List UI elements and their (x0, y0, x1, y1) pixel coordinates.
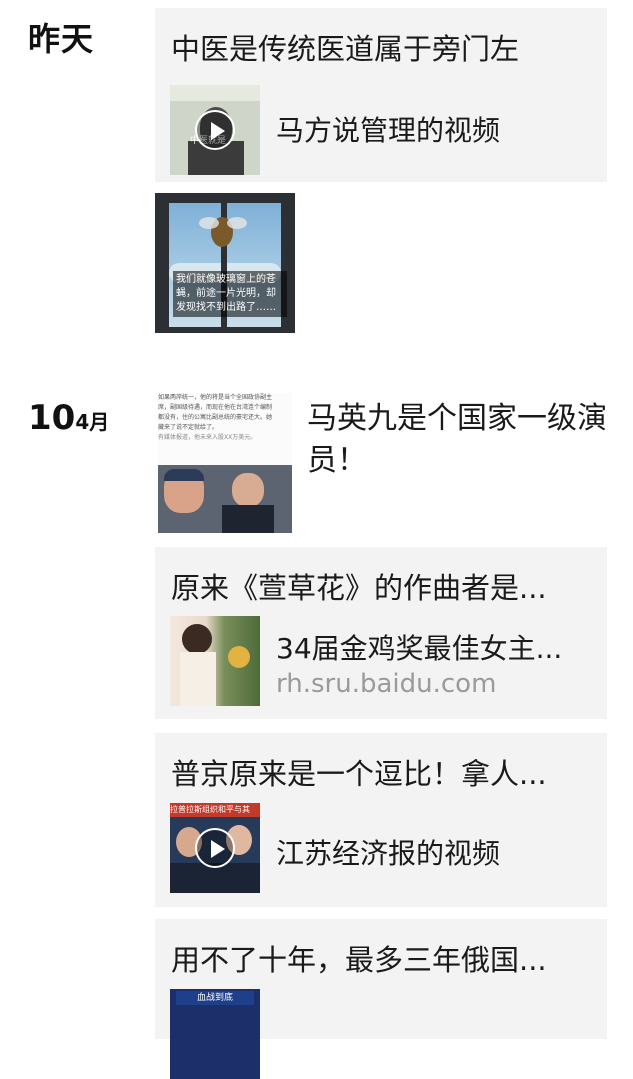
post-image[interactable]: 我们就像玻璃窗上的苍蝇，前途一片光明，却发现找不到出路了…… (155, 193, 295, 333)
card-title: 中医是传统医道属于旁门左 (171, 32, 520, 66)
date-month: 4月 (75, 410, 110, 434)
thumb-banner: 血战到底 (176, 991, 254, 1005)
share-card[interactable]: 普京原来是一个逗比！拿人... 拉普拉斯组织和平与其 江苏经济报的视频 (155, 733, 607, 907)
post-text: 马英九是个国家一级演员！ (307, 401, 607, 478)
photo-thumbnail (170, 616, 260, 706)
caption-line: 如果两岸统一，他的将是当个全国政协副主 (158, 394, 273, 401)
card-subtitle: 马方说管理的视频 (276, 114, 501, 147)
card-url: rh.sru.baidu.com (276, 669, 497, 699)
share-card[interactable]: 用不了十年，最多三年俄国... 血战到底 (155, 919, 607, 1079)
card-subtitle: 34届金鸡奖最佳女主... (276, 632, 563, 665)
image-caption: 我们就像玻璃窗上的苍蝇，前途一片光明，却发现找不到出路了…… (173, 271, 287, 317)
card-subtitle: 江苏经济报的视频 (276, 837, 501, 870)
video-thumbnail: 拉普拉斯组织和平与其 (170, 803, 260, 893)
video-thumbnail: 血战到底 (170, 989, 260, 1079)
card-title: 用不了十年，最多三年俄国... (171, 943, 547, 977)
caption-line: 有媒体报道，他未来入股XX万美元。 (158, 434, 257, 441)
caption-line: 藏来了说不定就给了。 (158, 424, 219, 431)
play-icon (195, 110, 235, 150)
date-label-yesterday: 昨天 (28, 20, 95, 58)
thumb-banner: 拉普拉斯组织和平与其 (170, 803, 260, 817)
share-card[interactable]: 原来《萱草花》的作曲者是... 34届金鸡奖最佳女主... rh.sru.bai… (155, 547, 607, 719)
share-card[interactable]: 中医是传统医道属于旁门左 中医就是 马方说管理的视频 (155, 8, 607, 182)
video-thumbnail: 中医就是 (170, 85, 260, 175)
date-label-april-10: 104月 (28, 398, 109, 438)
post-image-ma[interactable]: 如果两岸统一，他的将是当个全国政协副主 席，副国级待遇，而现在他在台湾连个编制 … (158, 393, 292, 533)
card-title: 普京原来是一个逗比！拿人... (171, 757, 547, 791)
caption-line: 席，副国级待遇，而现在他在台湾连个编制 (158, 404, 273, 411)
date-day: 10 (28, 398, 76, 438)
card-title: 原来《萱草花》的作曲者是... (171, 571, 547, 605)
caption-line: 都没有，住的公寓比副总统的豪宅还大。她 (158, 414, 273, 421)
play-icon (195, 828, 235, 868)
